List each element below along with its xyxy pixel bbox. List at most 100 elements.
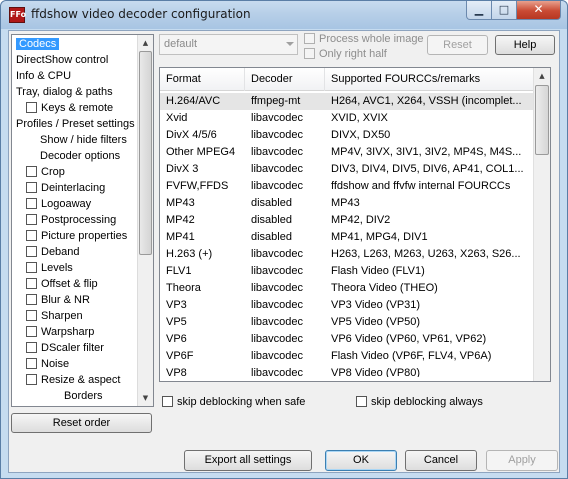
checkbox-box: [162, 396, 173, 407]
cell-decoder: libavcodec: [251, 163, 303, 175]
reset-order-button[interactable]: Reset order: [11, 413, 152, 433]
tree-item-checkbox[interactable]: [26, 182, 37, 193]
tree-item-checkbox[interactable]: [26, 230, 37, 241]
codecs-list-scrollbar[interactable]: ▲: [533, 68, 550, 381]
reset-button[interactable]: Reset: [427, 35, 488, 55]
ok-button[interactable]: OK: [325, 450, 397, 471]
close-button[interactable]: ✕: [517, 1, 561, 20]
skip-deblocking-always-label: skip deblocking always: [371, 396, 483, 408]
tree-item[interactable]: Logoaway: [26, 196, 91, 212]
codec-row[interactable]: H.264/AVC ffmpeg-mt H264, AVC1, X264, VSSH…: [160, 93, 534, 110]
codecs-list[interactable]: Format Decoder Supported FOURCCs/remarks…: [159, 67, 551, 382]
tree-item[interactable]: DirectShow control: [16, 52, 108, 68]
column-header-format[interactable]: Format: [160, 68, 245, 91]
tree-item[interactable]: Keys & remote: [26, 100, 113, 116]
tree-item-label: Settings: [64, 406, 104, 407]
tree-scroll-up-icon[interactable]: ▲: [138, 35, 153, 51]
tree-item[interactable]: Decoder options: [40, 148, 120, 164]
tree-item[interactable]: Levels: [26, 260, 73, 276]
maximize-button[interactable]: □: [492, 1, 517, 20]
codec-row[interactable]: FLV1 libavcodec Flash Video (FLV1): [160, 263, 534, 280]
tree-item[interactable]: Borders: [64, 388, 103, 404]
tree-item[interactable]: Blur & NR: [26, 292, 90, 308]
tree-item[interactable]: Sharpen: [26, 308, 83, 324]
only-right-half-checkbox[interactable]: Only right half: [304, 48, 387, 60]
tree-item-checkbox[interactable]: [26, 294, 37, 305]
tree-item[interactable]: Profiles / Preset settings: [16, 116, 135, 132]
codec-row[interactable]: Other MPEG4 libavcodec MP4V, 3IVX, 3IV1, 3…: [160, 144, 534, 161]
skip-deblocking-safe-checkbox[interactable]: skip deblocking when safe: [162, 396, 305, 408]
tree-item[interactable]: Deband: [26, 244, 80, 260]
tree-item[interactable]: Offset & flip: [26, 276, 98, 292]
codec-row[interactable]: VP3 libavcodec VP3 Video (VP31): [160, 297, 534, 314]
tree-scroll-down-icon[interactable]: ▼: [138, 390, 153, 406]
cell-fourccs: Flash Video (VP6F, FLV4, VP6A): [331, 350, 492, 362]
skip-deblocking-always-checkbox[interactable]: skip deblocking always: [356, 396, 483, 408]
tree-item-checkbox[interactable]: [26, 102, 37, 113]
cell-decoder: libavcodec: [251, 299, 303, 311]
codec-row[interactable]: DivX 4/5/6 libavcodec DIVX, DX50: [160, 127, 534, 144]
codec-row[interactable]: DivX 3 libavcodec DIV3, DIV4, DIV5, DIV6, …: [160, 161, 534, 178]
tree-item-checkbox[interactable]: [26, 246, 37, 257]
checkbox-box: [304, 48, 315, 59]
codec-row[interactable]: VP6F libavcodec Flash Video (VP6F, FLV4, V…: [160, 348, 534, 365]
tree-item-checkbox[interactable]: [26, 358, 37, 369]
tree-item-label: Levels: [41, 262, 73, 274]
cell-fourccs: MP42, DIV2: [331, 214, 391, 226]
tree-scrollbar[interactable]: ▲ ▼: [137, 35, 153, 406]
cell-decoder: disabled: [251, 197, 292, 209]
tree-scroll-thumb[interactable]: [139, 51, 152, 255]
codec-row[interactable]: Theora libavcodec Theora Video (THEO): [160, 280, 534, 297]
tree-item[interactable]: Info & CPU: [16, 68, 71, 84]
tree-item[interactable]: Resize & aspect: [26, 372, 120, 388]
title-bar[interactable]: FFo ffdshow video decoder configuration …: [1, 1, 567, 29]
tree-item[interactable]: Deinterlacing: [26, 180, 105, 196]
cell-format: DivX 3: [166, 163, 199, 175]
cell-fourccs: DIV3, DIV4, DIV5, DIV6, AP41, COL1...: [331, 163, 524, 175]
tree-item-label: Info & CPU: [16, 70, 72, 82]
codec-row[interactable]: MP41 disabled MP41, MPG4, DIV1: [160, 229, 534, 246]
codec-row[interactable]: H.263 (+) libavcodec H263, L263, M263, U26…: [160, 246, 534, 263]
tree-item[interactable]: Picture properties: [26, 228, 127, 244]
checkbox-box: [356, 396, 367, 407]
tree-item-checkbox[interactable]: [26, 262, 37, 273]
tree-item-checkbox[interactable]: [26, 278, 37, 289]
tree-item-checkbox[interactable]: [26, 374, 37, 385]
cancel-button[interactable]: Cancel: [405, 450, 477, 471]
tree-item[interactable]: DScaler filter: [26, 340, 104, 356]
settings-tree[interactable]: Codecs DirectShow control Info & CPU Tray, …: [11, 34, 154, 407]
tree-item[interactable]: Crop: [26, 164, 65, 180]
tree-item-checkbox[interactable]: [26, 342, 37, 353]
tree-item-checkbox[interactable]: [26, 198, 37, 209]
tree-item-checkbox[interactable]: [26, 214, 37, 225]
codec-row[interactable]: VP6 libavcodec VP6 Video (VP60, VP61, VP62…: [160, 331, 534, 348]
tree-item[interactable]: Tray, dialog & paths: [16, 84, 113, 100]
tree-item[interactable]: Codecs: [16, 36, 60, 52]
minimize-button[interactable]: ▁: [466, 1, 492, 20]
tree-item[interactable]: Warpsharp: [26, 324, 94, 340]
export-all-settings-button[interactable]: Export all settings: [184, 450, 312, 471]
tree-item-checkbox[interactable]: [26, 166, 37, 177]
tree-item[interactable]: Show / hide filters: [40, 132, 127, 148]
column-header-fourccs[interactable]: Supported FOURCCs/remarks: [325, 68, 534, 91]
codec-row[interactable]: FVFW,FFDS libavcodec ffdshow and ffvfw int…: [160, 178, 534, 195]
codec-row[interactable]: Xvid libavcodec XVID, XVIX: [160, 110, 534, 127]
tree-item-checkbox[interactable]: [26, 310, 37, 321]
process-whole-image-checkbox[interactable]: Process whole image: [304, 33, 424, 45]
codec-row[interactable]: MP42 disabled MP42, DIV2: [160, 212, 534, 229]
codec-row[interactable]: VP5 libavcodec VP5 Video (VP50): [160, 314, 534, 331]
apply-button[interactable]: Apply: [486, 450, 558, 471]
cell-format: VP3: [166, 299, 187, 311]
tree-item[interactable]: Settings: [64, 404, 104, 407]
tree-item[interactable]: Postprocessing: [26, 212, 116, 228]
codecs-scroll-thumb[interactable]: [535, 85, 549, 155]
tree-item-checkbox[interactable]: [26, 326, 37, 337]
cell-fourccs: VP3 Video (VP31): [331, 299, 421, 311]
codecs-scroll-up-icon[interactable]: ▲: [534, 68, 550, 84]
help-button[interactable]: Help: [495, 35, 555, 55]
tree-item[interactable]: Noise: [26, 356, 69, 372]
tree-item-label: Noise: [41, 358, 70, 370]
column-header-decoder[interactable]: Decoder: [245, 68, 325, 91]
preset-select[interactable]: default: [159, 34, 298, 55]
codec-row[interactable]: MP43 disabled MP43: [160, 195, 534, 212]
